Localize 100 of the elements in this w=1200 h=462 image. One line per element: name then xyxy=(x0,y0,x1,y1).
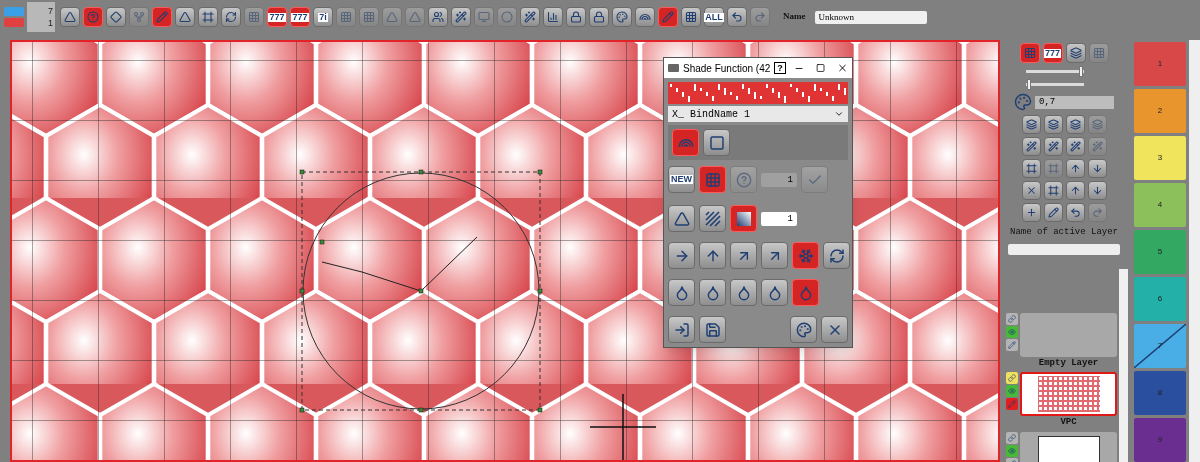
tool-button[interactable] xyxy=(668,242,695,269)
tool-button[interactable] xyxy=(1021,137,1041,156)
tool-button[interactable] xyxy=(699,166,726,193)
tool-button[interactable] xyxy=(175,7,195,27)
tool-button[interactable] xyxy=(1065,181,1085,200)
layer-thumbnail[interactable] xyxy=(1020,431,1117,462)
tool-button[interactable] xyxy=(727,7,747,27)
name-field[interactable]: Unknown xyxy=(814,10,927,24)
text-tool-button[interactable]: 777 xyxy=(290,7,310,27)
palette-color[interactable]: 3 xyxy=(1134,136,1186,180)
foreground-color-swatch[interactable] xyxy=(4,7,24,16)
palette-color[interactable]: 2 xyxy=(1134,89,1186,133)
close-icon[interactable] xyxy=(837,62,848,74)
tool-button[interactable] xyxy=(1021,115,1041,134)
background-color-swatch[interactable] xyxy=(4,18,24,27)
palette-color[interactable]: 4 xyxy=(1134,183,1186,227)
selection-circle-drawing[interactable] xyxy=(296,166,546,416)
tool-button[interactable] xyxy=(1087,181,1107,200)
visibility-toggle[interactable] xyxy=(1006,325,1018,338)
tool-button[interactable] xyxy=(1065,203,1085,222)
palette-color[interactable]: 1 xyxy=(1134,42,1186,86)
tool-button[interactable] xyxy=(1087,159,1107,178)
tool-button[interactable] xyxy=(681,7,701,27)
tool-button[interactable] xyxy=(198,7,218,27)
tool-button[interactable] xyxy=(699,279,726,306)
tool-button[interactable] xyxy=(1043,203,1063,222)
tool-button[interactable] xyxy=(1065,43,1086,63)
tool-button[interactable] xyxy=(1021,159,1041,178)
tool-button[interactable] xyxy=(1065,159,1085,178)
tool-button[interactable] xyxy=(730,242,757,269)
text-tool-button[interactable]: 777 xyxy=(1042,43,1063,63)
tool-button[interactable] xyxy=(792,242,819,269)
tool-button[interactable] xyxy=(635,7,655,27)
tool-button[interactable] xyxy=(589,7,609,27)
tool-button[interactable] xyxy=(668,279,695,306)
text-tool-button[interactable]: ALL xyxy=(704,7,724,27)
opacity-field[interactable]: 0,7 xyxy=(1035,95,1114,109)
visibility-toggle[interactable] xyxy=(1006,385,1018,397)
tool-button[interactable] xyxy=(106,7,126,27)
tool-button[interactable] xyxy=(761,279,788,306)
slider-thumb[interactable] xyxy=(1079,66,1084,77)
edit-toggle[interactable] xyxy=(1006,398,1018,410)
tool-button[interactable] xyxy=(520,7,540,27)
palette-color[interactable]: 6 xyxy=(1134,277,1186,321)
tool-button[interactable] xyxy=(60,7,80,27)
tool-button[interactable] xyxy=(1043,181,1063,200)
triangle-icon xyxy=(179,11,191,23)
tool-button[interactable] xyxy=(451,7,471,27)
tool-button[interactable] xyxy=(1019,43,1040,63)
tool-button[interactable] xyxy=(83,7,103,27)
tool-button[interactable] xyxy=(1043,115,1063,134)
tool-button[interactable] xyxy=(566,7,586,27)
arrow-up-icon xyxy=(1069,163,1081,174)
binding-select[interactable]: X_ BindName 1 xyxy=(668,106,848,122)
tool-button[interactable] xyxy=(152,7,172,27)
color-palette-icon[interactable] xyxy=(1014,93,1032,111)
help-button[interactable]: ? xyxy=(774,62,786,74)
value-field[interactable]: 1 xyxy=(761,211,797,226)
link-toggle[interactable] xyxy=(1006,372,1018,384)
tool-button[interactable] xyxy=(658,7,678,27)
text-tool-button[interactable]: NEW xyxy=(668,166,695,193)
tool-button[interactable] xyxy=(1065,137,1085,156)
text-tool-button[interactable]: 777 xyxy=(267,7,287,27)
layer-thumbnail[interactable] xyxy=(1020,312,1117,357)
tool-button[interactable] xyxy=(730,279,757,306)
tool-button[interactable] xyxy=(672,129,699,156)
palette-color[interactable]: 7 xyxy=(1134,324,1186,368)
tool-button[interactable] xyxy=(703,129,730,156)
tool-button[interactable] xyxy=(823,242,850,269)
tool-button[interactable] xyxy=(1021,203,1041,222)
link-toggle[interactable] xyxy=(1006,431,1018,444)
layer-scrollbar[interactable] xyxy=(1119,268,1128,462)
tool-button[interactable] xyxy=(1065,115,1085,134)
tool-button[interactable] xyxy=(699,242,726,269)
tool-button[interactable] xyxy=(761,242,788,269)
snowflake-icon xyxy=(797,247,814,264)
tool-button[interactable] xyxy=(428,7,448,27)
tool-button[interactable] xyxy=(821,316,848,343)
edit-toggle[interactable] xyxy=(1006,338,1018,351)
tool-button[interactable] xyxy=(699,205,726,232)
tool-button[interactable] xyxy=(221,7,241,27)
tool-button[interactable] xyxy=(792,279,819,306)
tool-button[interactable] xyxy=(668,205,695,232)
layer-name-field[interactable] xyxy=(1008,243,1120,255)
tool-button[interactable] xyxy=(1021,181,1041,200)
text-tool-button[interactable]: 7i xyxy=(313,7,333,27)
palette-scrollbar[interactable] xyxy=(1189,40,1200,462)
tool-button[interactable] xyxy=(699,316,726,343)
layer-thumbnail[interactable] xyxy=(1020,372,1117,416)
visibility-toggle[interactable] xyxy=(1006,444,1018,457)
palette-color[interactable]: 5 xyxy=(1134,230,1186,274)
tool-button[interactable] xyxy=(612,7,632,27)
tool-button[interactable] xyxy=(1043,137,1063,156)
tool-button[interactable] xyxy=(790,316,817,343)
tool-button[interactable] xyxy=(730,205,757,232)
tool-button[interactable] xyxy=(543,7,563,27)
tool-button[interactable] xyxy=(668,316,695,343)
slider-thumb[interactable] xyxy=(1026,79,1031,90)
maximize-icon[interactable] xyxy=(815,63,825,73)
link-toggle[interactable] xyxy=(1006,312,1018,325)
